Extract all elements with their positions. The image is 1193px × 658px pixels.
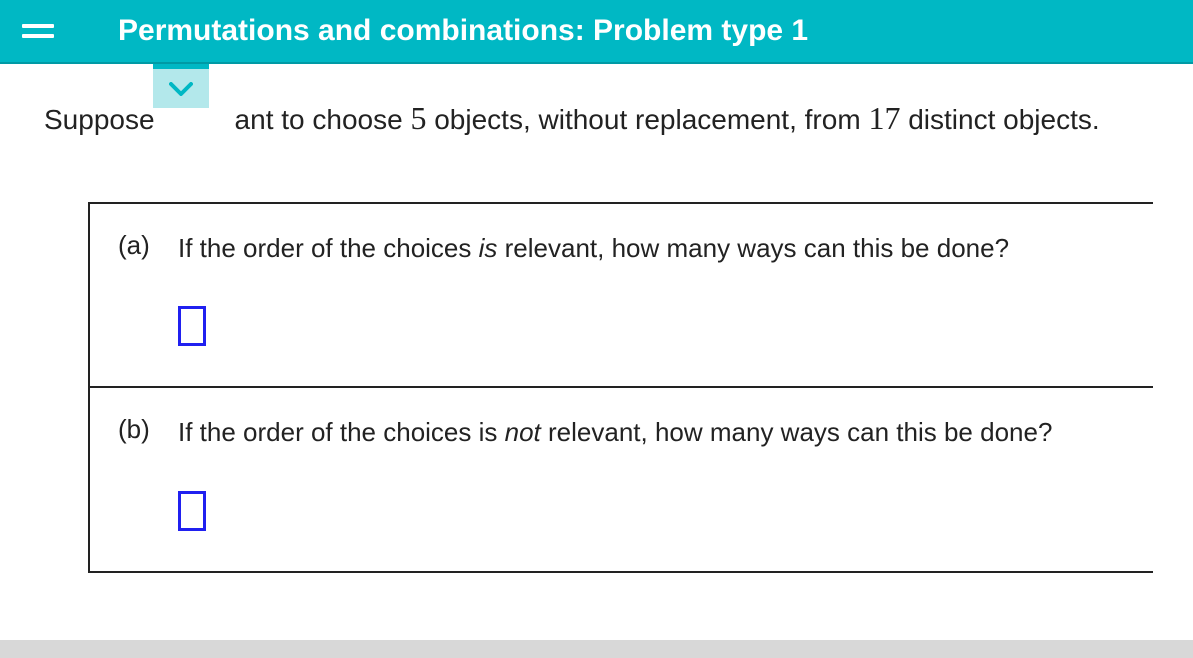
part-b-label: (b) (118, 414, 160, 445)
menu-icon[interactable] (22, 13, 58, 49)
problem-suffix: distinct objects. (900, 104, 1099, 135)
answer-input-a[interactable] (178, 306, 206, 346)
problem-mid2: objects, without replacement, from (426, 104, 868, 135)
problem-num1: 5 (410, 100, 426, 136)
chevron-down-icon (169, 82, 193, 96)
question-box: (a) If the order of the choices is relev… (88, 202, 1153, 573)
problem-prefix: Suppose (44, 104, 155, 135)
header-bar: Permutations and combinations: Problem t… (0, 0, 1193, 64)
bottom-scrollbar[interactable] (0, 640, 1193, 658)
problem-mid1: ant to choose (235, 104, 411, 135)
answer-input-b[interactable] (178, 491, 206, 531)
problem-statement: Suppose ant to choose 5 objects, without … (44, 94, 1153, 142)
question-part-a: (a) If the order of the choices is relev… (90, 204, 1153, 388)
part-b-text: If the order of the choices is not relev… (178, 414, 1125, 450)
part-a-label: (a) (118, 230, 160, 261)
page-title: Permutations and combinations: Problem t… (118, 14, 808, 48)
dropdown-tab[interactable] (153, 64, 209, 108)
problem-num2: 17 (868, 100, 900, 136)
question-part-b: (b) If the order of the choices is not r… (90, 388, 1153, 570)
part-a-text: If the order of the choices is relevant,… (178, 230, 1125, 266)
content-area: Suppose ant to choose 5 objects, without … (0, 64, 1193, 573)
